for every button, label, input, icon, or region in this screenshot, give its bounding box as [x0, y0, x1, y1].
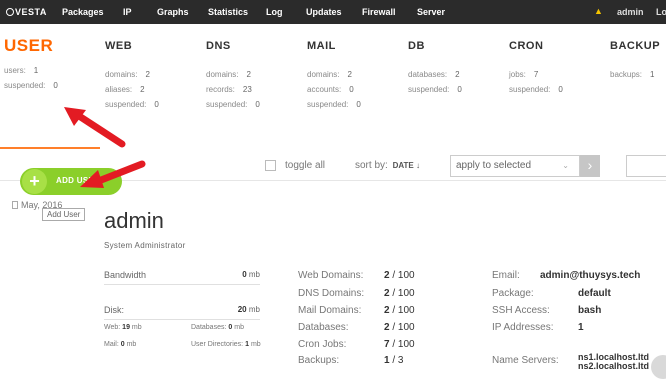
search-input[interactable]	[626, 155, 666, 177]
bulk-action-value: apply to selected	[456, 160, 532, 171]
calendar-icon	[12, 201, 18, 209]
top-navigation-bar: VESTA Packages IP Graphs Statistics Log …	[0, 0, 666, 24]
stats-row: suspended: 0	[509, 85, 563, 94]
stats-row: records: 23	[206, 85, 252, 94]
bulk-action-select[interactable]: apply to selected ⌄	[450, 155, 580, 177]
stats-row: suspended: 0	[4, 81, 58, 90]
toggle-all-checkbox[interactable]	[265, 160, 276, 171]
scroll-to-top-button[interactable]	[651, 355, 666, 379]
record-role: System Administrator	[104, 241, 186, 250]
nav-server[interactable]: Server	[417, 7, 445, 17]
vesta-logo-icon	[6, 8, 14, 16]
stats-row: domains: 2	[307, 70, 352, 79]
stats-row: suspended: 0	[307, 100, 361, 109]
stats-db-title[interactable]: DB	[408, 40, 462, 52]
disk-row: Disk: 20 mb	[104, 305, 260, 320]
annotation-arrow-icon	[80, 160, 146, 188]
nav-graphs[interactable]: Graphs	[157, 7, 189, 17]
stats-web-title[interactable]: WEB	[105, 40, 159, 52]
stats-mail-title[interactable]: MAIL	[307, 40, 361, 52]
current-user-link[interactable]: admin	[617, 7, 644, 17]
nav-packages[interactable]: Packages	[62, 7, 104, 17]
stats-row: suspended: 0	[206, 100, 260, 109]
stats-backup-title[interactable]: BACKUP	[610, 40, 660, 52]
disk-mail: Mail: 0 mb	[104, 341, 137, 348]
stats-cron[interactable]: CRON jobs: 7 suspended: 0	[509, 40, 563, 97]
stats-user-title[interactable]: USER	[4, 36, 58, 56]
vesta-logo[interactable]: VESTA	[6, 7, 47, 17]
stats-row: aliases: 2	[105, 85, 145, 94]
stats-row: domains: 2	[105, 70, 150, 79]
notification-bell-icon[interactable]: ▲	[594, 6, 603, 16]
disk-value: 20 mb	[237, 305, 260, 314]
toggle-all-label[interactable]: toggle all	[285, 160, 325, 171]
stats-row: users: 1	[4, 66, 39, 75]
plus-icon: +	[22, 169, 47, 194]
chevron-down-icon: ⌄	[562, 161, 569, 170]
sort-by[interactable]: sort by: DATE ↓	[355, 160, 420, 171]
stats-dns[interactable]: DNS domains: 2 records: 23 suspended: 0	[206, 40, 260, 112]
stats-user[interactable]: USER users: 1 suspended: 0	[4, 36, 58, 93]
nav-updates[interactable]: Updates	[306, 7, 342, 17]
disk-web: Web: 19 mb	[104, 324, 142, 331]
record-username[interactable]: admin	[104, 208, 164, 234]
nav-ip[interactable]: IP	[123, 7, 132, 17]
sort-by-value[interactable]: DATE ↓	[393, 161, 420, 170]
logo-text: VESTA	[15, 7, 47, 17]
logout-link[interactable]: Lo	[656, 7, 666, 17]
annotation-arrow-icon	[64, 107, 126, 148]
bandwidth-row: Bandwidth 0 mb	[104, 270, 260, 285]
stats-row: domains: 2	[206, 70, 251, 79]
nav-log[interactable]: Log	[266, 7, 283, 17]
stats-mail[interactable]: MAIL domains: 2 accounts: 0 suspended: 0	[307, 40, 361, 112]
apply-button[interactable]: ›	[580, 155, 600, 177]
disk-user-directories: User Directories: 1 mb	[191, 341, 261, 348]
nav-statistics[interactable]: Statistics	[208, 7, 248, 17]
nav-firewall[interactable]: Firewall	[362, 7, 396, 17]
stats-row: suspended: 0	[408, 85, 462, 94]
stats-dns-title[interactable]: DNS	[206, 40, 260, 52]
bandwidth-label: Bandwidth	[104, 270, 147, 280]
stats-backup[interactable]: BACKUP backups: 1	[610, 40, 660, 82]
bandwidth-value: 0 mb	[242, 270, 260, 279]
stats-row: backups: 1	[610, 70, 655, 79]
stats-db[interactable]: DB databases: 2 suspended: 0	[408, 40, 462, 97]
stats-row: jobs: 7	[509, 70, 539, 79]
stats-cron-title[interactable]: CRON	[509, 40, 563, 52]
record-date: May, 2016	[12, 200, 62, 210]
stats-row: accounts: 0	[307, 85, 354, 94]
disk-label: Disk:	[104, 305, 124, 315]
sort-by-label: sort by:	[355, 160, 388, 171]
stats-row: databases: 2	[408, 70, 460, 79]
disk-databases: Databases: 0 mb	[191, 324, 244, 331]
stats-web[interactable]: WEB domains: 2 aliases: 2 suspended: 0	[105, 40, 159, 112]
